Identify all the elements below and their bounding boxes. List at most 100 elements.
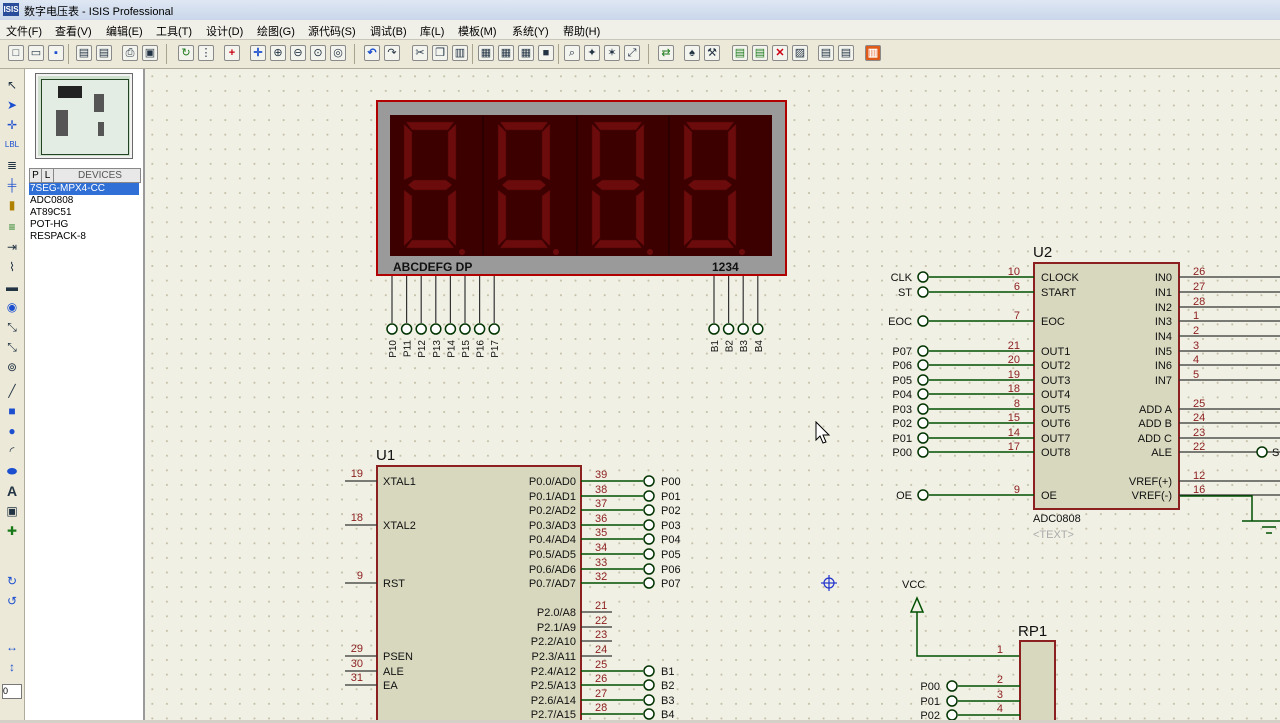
arc-tool-icon[interactable]: ◜ [4,443,20,459]
terminals-icon[interactable]: ≡ [4,219,20,235]
open-folder-icon[interactable]: ▭ [28,45,44,61]
text-script-icon[interactable]: ≣ [4,157,20,173]
schematic-drawing: ABCDEFG DP 1234 P10 P11 P12 P13 P14 P15 P16 P17… [345,100,1280,723]
symbol-tool-icon[interactable]: ▣ [4,503,20,519]
remove-sheet-icon[interactable]: ▤ [752,45,768,61]
device-item[interactable]: RESPACK-8 [29,231,139,243]
electrical-check-icon[interactable]: ▤ [818,45,834,61]
junction-dot-icon[interactable]: ✛ [4,117,20,133]
rotation-angle-field[interactable]: 0 [2,684,22,699]
new-file-icon[interactable]: □ [8,45,24,61]
cut-icon[interactable]: ✂ [412,45,428,61]
rotate-anticlockwise-icon[interactable]: ↺ [4,593,20,609]
menu-graph[interactable]: 绘图(G) [257,23,295,39]
paste-icon[interactable]: ▥ [452,45,468,61]
subcircuit-icon[interactable]: ▮ [4,197,20,213]
menu-template[interactable]: 模板(M) [458,23,497,39]
device-item[interactable]: POT-HG [29,219,139,231]
device-item[interactable]: 7SEG-MPX4-CC [29,183,139,195]
bus-icon[interactable]: ╪ [4,177,20,193]
undo-icon[interactable]: ↶ [364,45,380,61]
menu-view[interactable]: 查看(V) [55,23,92,39]
save-icon[interactable]: ▪ [48,45,64,61]
path-tool-icon[interactable]: ⬬ [4,463,20,479]
menu-source[interactable]: 源代码(S) [308,23,356,39]
grid-icon[interactable]: ⋮ [198,45,214,61]
tape-recorder-icon[interactable]: ▬ [4,279,20,295]
net-terminal-icon [917,374,929,386]
graph-icon[interactable]: ⌇ [4,259,20,275]
selection-mode-icon[interactable]: ↖ [4,77,20,93]
menu-edit[interactable]: 编辑(E) [106,23,143,39]
menu-library[interactable]: 库(L) [420,23,444,39]
decompose-icon[interactable]: ⤢ [624,45,640,61]
print-icon[interactable]: ⎙ [122,45,138,61]
toolbar-separator [354,44,355,64]
block-copy-icon[interactable]: ▦ [478,45,494,61]
print-area-icon[interactable]: ▣ [142,45,158,61]
net-terminal-icon [643,665,655,677]
u1-pin-number: 36 [595,513,607,525]
wire-label-icon[interactable]: LBL [4,137,20,153]
generator-icon[interactable]: ◉ [4,299,20,315]
new-sheet-icon[interactable]: ▤ [732,45,748,61]
block-rotate-icon[interactable]: ▦ [518,45,534,61]
line-tool-icon[interactable]: ╱ [4,383,20,399]
mirror-x-icon[interactable]: ↔ [4,639,20,655]
mirror-y-icon[interactable]: ↕ [4,659,20,675]
voltage-probe-icon[interactable]: ⤡ [4,319,20,335]
menu-system[interactable]: 系统(Y) [512,23,549,39]
pick-device-tab[interactable]: P [30,169,42,182]
redo-icon[interactable]: ↷ [384,45,400,61]
box-tool-icon[interactable]: ■ [4,403,20,419]
wire-autorouter-icon[interactable]: ⇄ [658,45,674,61]
block-delete-icon[interactable]: ■ [538,45,554,61]
packaging-tool-icon[interactable]: ✶ [604,45,620,61]
device-item[interactable]: AT89C51 [29,207,139,219]
text-tool-icon[interactable]: A [4,483,20,499]
menu-file[interactable]: 文件(F) [6,23,42,39]
menu-debug[interactable]: 调试(B) [370,23,407,39]
origin-icon[interactable]: + [224,45,240,61]
circle-tool-icon[interactable]: ● [4,423,20,439]
toolbar-separator [68,44,69,64]
import-icon[interactable]: ▤ [76,45,92,61]
library-tab[interactable]: L [42,169,54,182]
menu-design[interactable]: 设计(D) [206,23,243,39]
bom-report-icon[interactable]: ▨ [792,45,808,61]
pick-device-icon[interactable]: ⌕ [564,45,580,61]
block-move-icon[interactable]: ▦ [498,45,514,61]
rotate-clockwise-icon[interactable]: ↻ [4,573,20,589]
virtual-instruments-icon[interactable]: ⊚ [4,359,20,375]
zoom-all-icon[interactable]: ⊙ [310,45,326,61]
zoom-out-icon[interactable]: ⊖ [290,45,306,61]
component-mode-icon[interactable]: ➤ [4,97,20,113]
seven-segment-display[interactable]: ABCDEFG DP 1234 [376,100,787,276]
net-terminal-icon [643,475,655,487]
menu-tools[interactable]: 工具(T) [156,23,192,39]
u2-pin-name: OUT2 [1041,360,1070,372]
zoom-area-icon[interactable]: ◎ [330,45,346,61]
current-probe-icon[interactable]: ⤡ [4,339,20,355]
menu-help[interactable]: 帮助(H) [563,23,600,39]
refresh-icon[interactable]: ↻ [178,45,194,61]
search-tag-icon[interactable]: ♠ [684,45,700,61]
property-tool-icon[interactable]: ⚒ [704,45,720,61]
exit-to-parent-icon[interactable]: ✕ [772,45,788,61]
side-panel: P L DEVICES 7SEG-MPX4-CC ADC0808 AT89C51… [25,69,145,720]
u2-part-label: ADC0808 [1033,513,1081,525]
make-device-icon[interactable]: ✦ [584,45,600,61]
device-item[interactable]: ADC0808 [29,195,139,207]
device-pins-icon[interactable]: ⇥ [4,239,20,255]
marker-tool-icon[interactable]: ✚ [4,523,20,539]
pan-icon[interactable]: ✛ [250,45,266,61]
netlist-icon[interactable]: ▤ [838,45,854,61]
zoom-in-icon[interactable]: ⊕ [270,45,286,61]
copy-icon[interactable]: ❐ [432,45,448,61]
overview-window[interactable] [35,73,133,159]
rp1-resistor-pack[interactable]: RP1 [1018,623,1056,723]
schematic-canvas[interactable]: ABCDEFG DP 1234 P10 P11 P12 P13 P14 P15 P16 P17… [145,69,1280,723]
u1-pin-name: P0.7/AD7 [529,578,576,590]
export-icon[interactable]: ▤ [96,45,112,61]
ares-icon[interactable]: ▥ [865,45,881,61]
